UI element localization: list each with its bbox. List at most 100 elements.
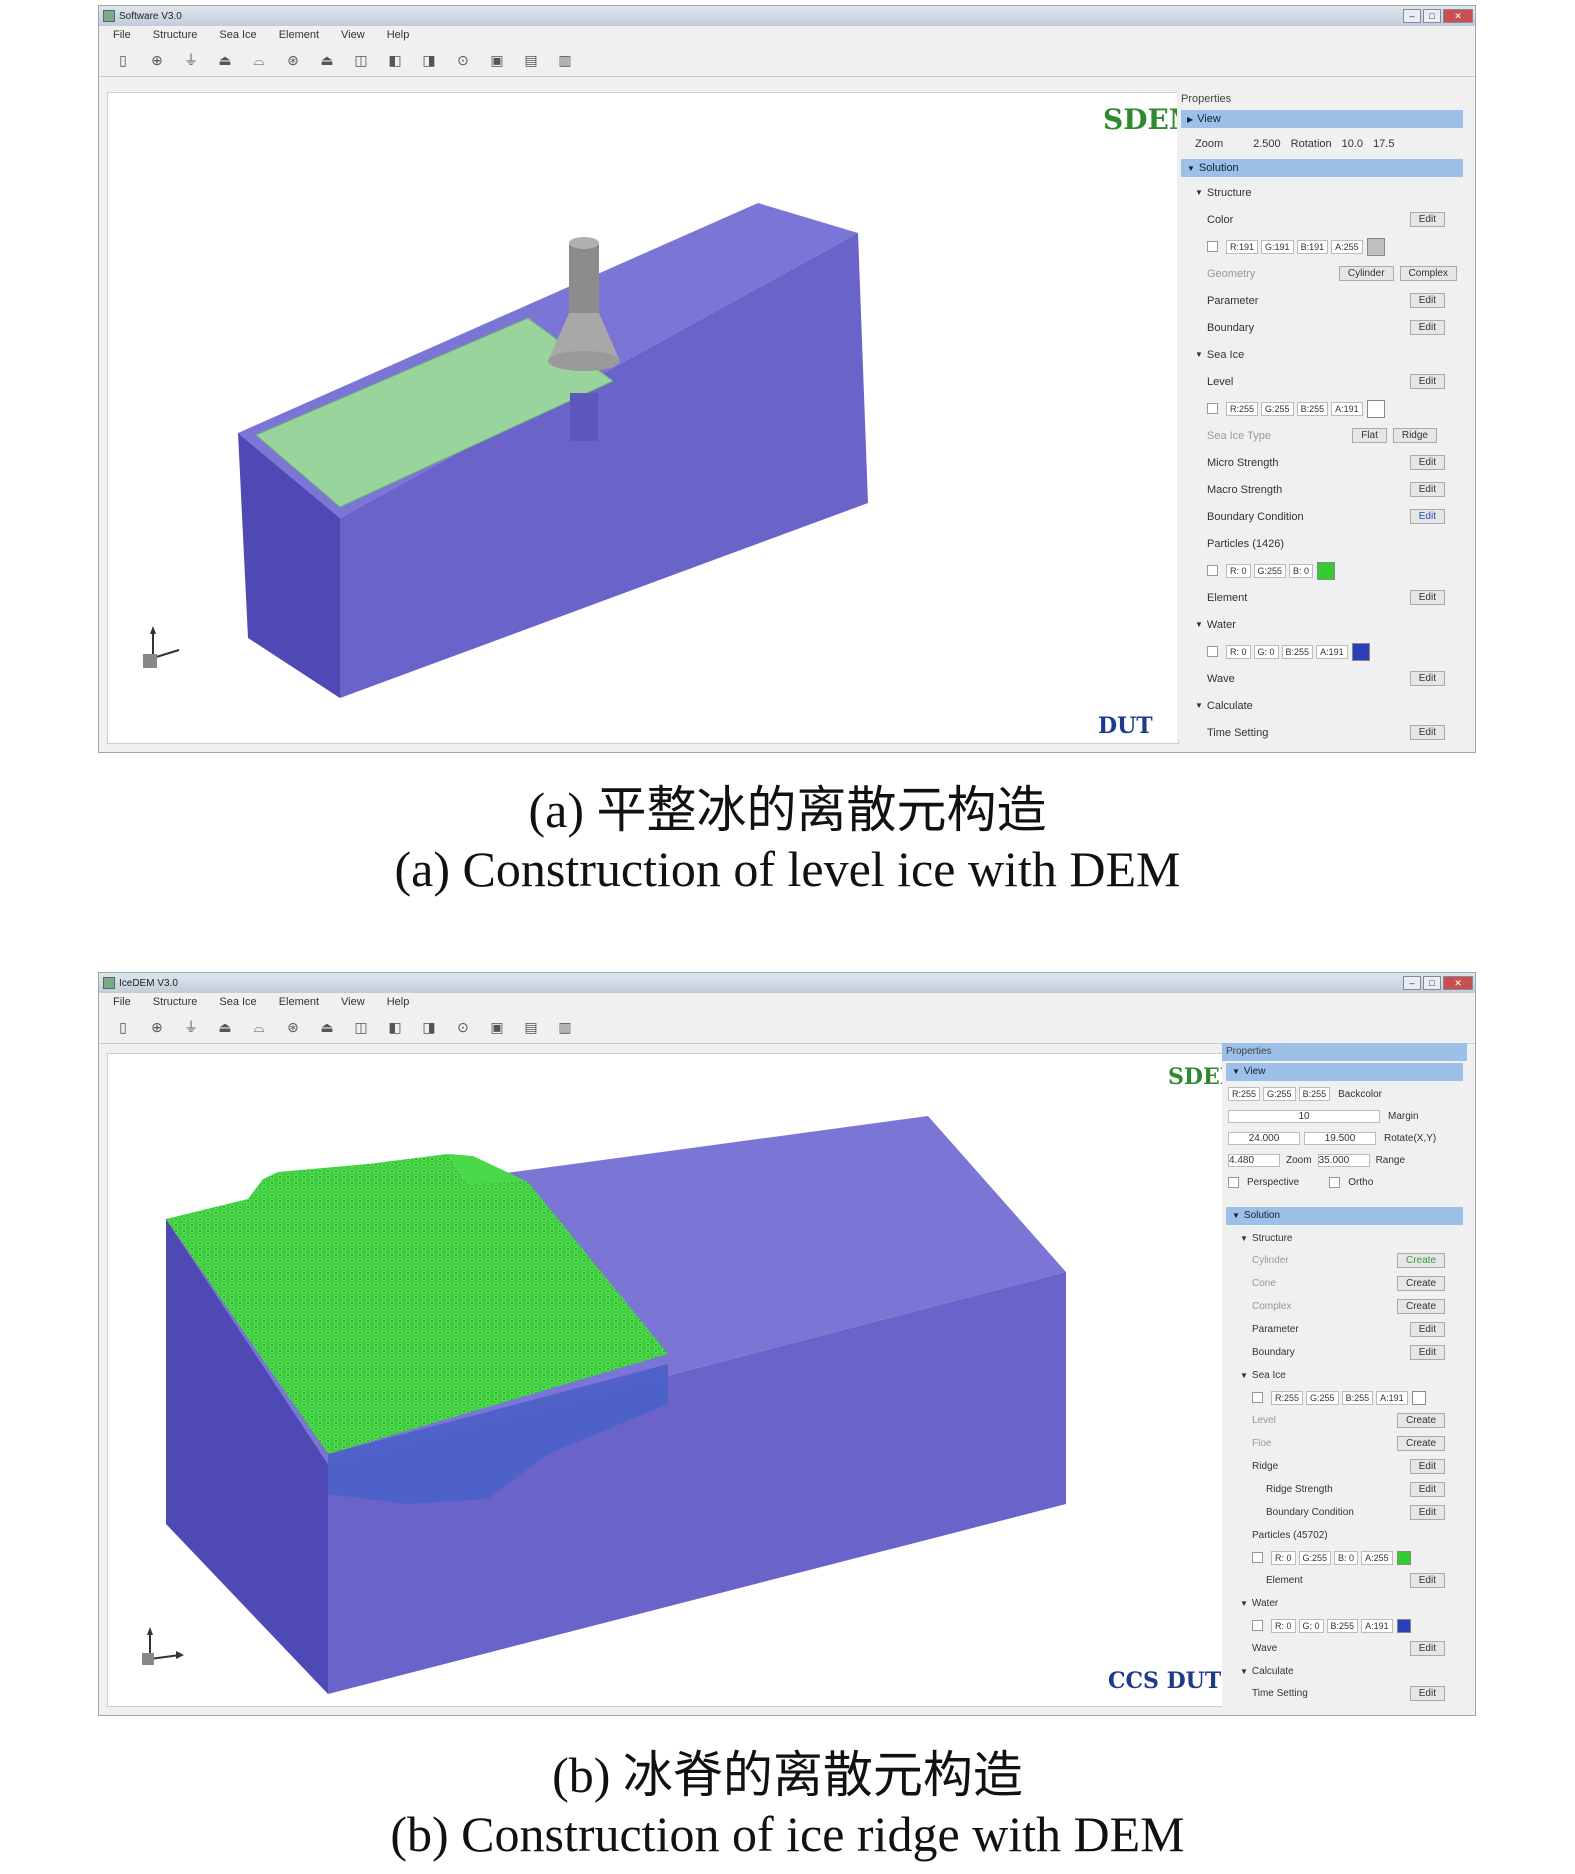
- run-icon[interactable]: ▤: [521, 1017, 541, 1037]
- water-g[interactable]: G: 0: [1253, 644, 1279, 659]
- structure-color-swatch[interactable]: [1366, 237, 1385, 256]
- minimize-button[interactable]: –: [1403, 976, 1421, 990]
- menu-sea-ice[interactable]: Sea Ice: [219, 29, 256, 41]
- new-icon[interactable]: ▯: [113, 1017, 133, 1037]
- menu-help[interactable]: Help: [387, 996, 410, 1008]
- seaice-g[interactable]: G:255: [1306, 1390, 1339, 1405]
- water-group[interactable]: ▼ Water: [1177, 611, 1467, 638]
- menu-structure[interactable]: Structure: [153, 996, 198, 1008]
- structure-group[interactable]: ▼ Structure: [1222, 1227, 1467, 1249]
- rotate-y-input[interactable]: 19.500: [1304, 1131, 1376, 1145]
- ridge-strength-edit-button[interactable]: Edit: [1409, 1482, 1445, 1497]
- element-icon[interactable]: ⊙: [453, 1017, 473, 1037]
- rotation-y[interactable]: 17.5: [1373, 138, 1394, 150]
- parameter-edit-button[interactable]: Edit: [1409, 1322, 1445, 1337]
- icebreaker-icon[interactable]: ⏏: [215, 1017, 235, 1037]
- particle-r[interactable]: R: 0: [1271, 1550, 1296, 1565]
- menu-file[interactable]: File: [113, 29, 131, 41]
- level-edit-button[interactable]: Edit: [1409, 374, 1445, 389]
- water-r[interactable]: R: 0: [1271, 1618, 1296, 1633]
- time-edit-button[interactable]: Edit: [1409, 1686, 1445, 1701]
- boundary-edit-button[interactable]: Edit: [1409, 320, 1445, 335]
- menu-view[interactable]: View: [341, 996, 365, 1008]
- bg-b[interactable]: B:255: [1298, 1087, 1331, 1101]
- cylinder-button[interactable]: Cylinder: [1338, 266, 1394, 281]
- particle-color-swatch[interactable]: [1396, 1550, 1411, 1565]
- structure-visible-checkbox[interactable]: [1207, 241, 1218, 252]
- run-icon[interactable]: ▤: [521, 50, 541, 70]
- particle-color-swatch[interactable]: [1317, 561, 1336, 580]
- seaice-visible-checkbox[interactable]: [1252, 1392, 1263, 1403]
- perspective-radio[interactable]: [1228, 1176, 1239, 1188]
- close-button[interactable]: ✕: [1443, 976, 1473, 990]
- zoom-input[interactable]: 35.000: [1317, 1153, 1370, 1167]
- menu-element[interactable]: Element: [279, 996, 319, 1008]
- level-create-button[interactable]: Create: [1396, 1413, 1445, 1428]
- ship-icon[interactable]: ⌓: [249, 1017, 269, 1037]
- solution-section[interactable]: ▼ Solution: [1181, 159, 1463, 177]
- cone-create-button[interactable]: Create: [1396, 1276, 1445, 1291]
- jacket-icon[interactable]: ⊛: [283, 1017, 303, 1037]
- water-color-swatch[interactable]: [1351, 642, 1370, 661]
- time-edit-button[interactable]: Edit: [1409, 725, 1445, 740]
- structure-icon[interactable]: ⊕: [147, 1017, 167, 1037]
- export-icon[interactable]: ▥: [555, 50, 575, 70]
- water-a[interactable]: A:191: [1361, 1618, 1393, 1633]
- rotation-x[interactable]: 10.0: [1342, 138, 1363, 150]
- menu-structure[interactable]: Structure: [153, 29, 198, 41]
- seaice-b[interactable]: B:255: [1341, 1390, 1374, 1405]
- complex-create-button[interactable]: Create: [1396, 1299, 1445, 1314]
- platform-icon[interactable]: ⏏: [317, 1017, 337, 1037]
- particle-g[interactable]: G:255: [1298, 1550, 1332, 1565]
- menu-sea-ice[interactable]: Sea Ice: [219, 996, 256, 1008]
- menu-element[interactable]: Element: [279, 29, 319, 41]
- water-group[interactable]: ▼ Water: [1222, 1592, 1467, 1614]
- title-bar[interactable]: IceDEM V3.0 – □ ✕: [99, 973, 1475, 993]
- seaice-g[interactable]: G:255: [1261, 401, 1294, 416]
- box-icon[interactable]: ◧: [385, 50, 405, 70]
- micro-edit-button[interactable]: Edit: [1409, 455, 1445, 470]
- wave-edit-button[interactable]: Edit: [1409, 1641, 1445, 1656]
- structure-r[interactable]: R:191: [1226, 239, 1259, 254]
- structure-g[interactable]: G:191: [1261, 239, 1294, 254]
- particle-visible-checkbox[interactable]: [1252, 1552, 1263, 1563]
- ridge-edit-button[interactable]: Edit: [1409, 1459, 1445, 1474]
- seaice-visible-checkbox[interactable]: [1207, 403, 1218, 414]
- bg-g[interactable]: G:255: [1263, 1087, 1296, 1101]
- seaice-r[interactable]: R:255: [1226, 401, 1259, 416]
- structure-group[interactable]: ▼ Structure: [1177, 179, 1467, 206]
- view-section[interactable]: ▶ View: [1181, 110, 1463, 128]
- maximize-button[interactable]: □: [1423, 9, 1441, 23]
- bg-r[interactable]: R:255: [1228, 1087, 1261, 1101]
- range-input[interactable]: 4.480: [1228, 1153, 1280, 1167]
- view-section[interactable]: ▼ View: [1226, 1063, 1463, 1081]
- wave-edit-button[interactable]: Edit: [1409, 671, 1445, 686]
- grid-icon[interactable]: ◨: [419, 50, 439, 70]
- cylinder-create-button[interactable]: Create: [1396, 1253, 1445, 1268]
- menu-help[interactable]: Help: [387, 29, 410, 41]
- menu-view[interactable]: View: [341, 29, 365, 41]
- seaice-a[interactable]: A:191: [1331, 401, 1363, 416]
- new-icon[interactable]: ▯: [113, 50, 133, 70]
- particle-b[interactable]: B: 0: [1334, 1550, 1359, 1565]
- mesh-icon[interactable]: ▣: [487, 50, 507, 70]
- rotate-x-input[interactable]: 24.000: [1228, 1131, 1300, 1145]
- 3d-viewport[interactable]: SDEM DUT: [107, 92, 1200, 744]
- calculate-group[interactable]: ▼ Calculate: [1177, 692, 1467, 719]
- 3d-viewport[interactable]: SDEM CCS DUT: [107, 1053, 1244, 1707]
- structure-icon[interactable]: ⊕: [147, 50, 167, 70]
- water-b[interactable]: B:255: [1281, 644, 1314, 659]
- element-icon[interactable]: ⊙: [453, 50, 473, 70]
- particle-r[interactable]: R: 0: [1226, 563, 1251, 578]
- box-icon[interactable]: ◧: [385, 1017, 405, 1037]
- particle-a[interactable]: A:255: [1361, 1550, 1393, 1565]
- parameter-edit-button[interactable]: Edit: [1409, 293, 1445, 308]
- mesh-icon[interactable]: ▣: [487, 1017, 507, 1037]
- water-b[interactable]: B:255: [1326, 1618, 1359, 1633]
- cube-icon[interactable]: ◫: [351, 50, 371, 70]
- ship-icon[interactable]: ⌓: [249, 50, 269, 70]
- menu-file[interactable]: File: [113, 996, 131, 1008]
- seaice-group[interactable]: ▼ Sea Ice: [1222, 1364, 1467, 1386]
- bc-edit-button[interactable]: Edit: [1409, 1505, 1445, 1520]
- grid-icon[interactable]: ◨: [419, 1017, 439, 1037]
